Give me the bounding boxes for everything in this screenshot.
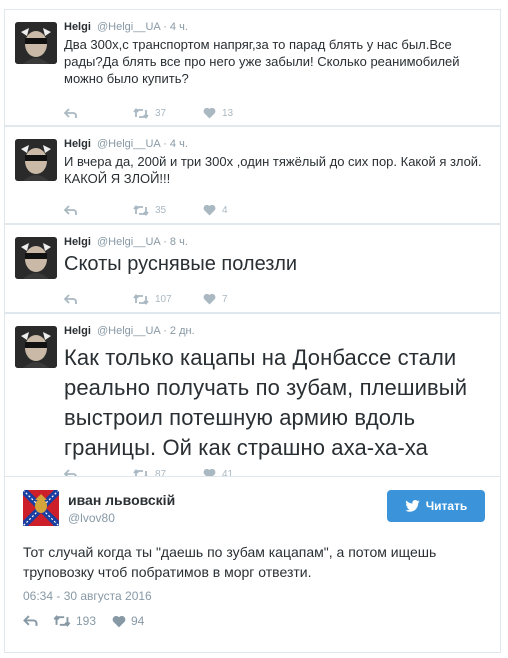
avatar[interactable] [15,22,57,64]
tweet-actions: 37 13 [64,100,488,126]
author-handle[interactable]: @Helgi__UA [97,325,160,337]
separator: · [163,21,167,33]
author-name[interactable]: Helgi [64,138,91,150]
heart-icon [203,107,216,119]
avatar[interactable] [15,139,57,181]
separator: · [163,138,167,150]
tweet-card: Helgi @Helgi__UA · 2 дн. Как только каца… [4,313,501,480]
retweet-icon [133,107,149,119]
author-handle[interactable]: @lvov80 [68,511,115,525]
reply-button[interactable] [23,615,53,627]
retweet-icon [133,204,149,216]
timestamp[interactable]: 8 ч. [170,236,188,248]
separator: · [163,325,167,337]
tweet-text: Скоты руснявые полезли [64,253,298,275]
tweet-text: И вчера да, 200й и три 300х ,один тяжёлы… [64,154,482,186]
twitter-bird-icon [404,500,420,512]
avatar[interactable] [15,237,57,279]
author-name[interactable]: иван львовскій [68,492,175,508]
tweet-header: Helgi @Helgi__UA · 8 ч. [64,235,488,249]
author-name[interactable]: Helgi [64,21,91,33]
tweet-header: Helgi @Helgi__UA · 4 ч. [64,137,488,151]
retweet-count: 37 [155,107,167,119]
author-name[interactable]: Helgi [64,236,91,248]
tweet-text: Как только кацапы на Донбассе стали реал… [64,345,468,460]
tweet-header: Helgi @Helgi__UA · 4 ч. [64,20,488,34]
author-handle[interactable]: @Helgi__UA [97,21,160,33]
author-name[interactable]: Helgi [64,325,91,337]
tweet-card: Helgi @Helgi__UA · 8 ч. Скоты руснявые п… [4,224,501,313]
tweet-actions: 107 7 [64,286,488,312]
reply-icon [64,293,77,304]
author-handle[interactable]: @Helgi__UA [97,138,160,150]
avatar[interactable] [15,326,57,368]
retweet-count: 193 [76,614,97,628]
reply-icon [64,107,77,118]
avatar[interactable] [20,487,62,529]
timestamp[interactable]: 4 ч. [170,138,188,150]
timestamp[interactable]: 2 дн. [170,325,195,337]
like-button[interactable]: 94 [112,614,144,628]
timestamp[interactable]: 06:34 - 30 августа 2016 [23,589,152,603]
reply-button[interactable] [64,107,133,119]
like-count: 13 [222,107,234,119]
tweet-card: Helgi @Helgi__UA · 4 ч. Два 300х,с транс… [4,9,501,126]
tweet-text: Тот случай когда ты "даешь по зубам каца… [23,544,437,580]
separator: · [163,236,167,248]
retweet-button[interactable]: 35 [133,205,203,216]
reply-button[interactable] [64,293,133,305]
follow-button[interactable]: Читать [387,490,485,522]
reply-icon [64,204,77,215]
like-count: 7 [222,293,228,305]
like-count: 94 [131,614,145,628]
retweet-icon [53,615,71,627]
timestamp[interactable]: 4 ч. [170,21,188,33]
retweet-count: 107 [155,293,172,305]
like-button[interactable]: 4 [203,204,228,216]
retweet-button[interactable]: 107 [133,294,203,305]
like-button[interactable]: 13 [203,107,233,119]
retweet-icon [133,293,149,305]
heart-icon [203,293,216,305]
reply-icon [23,615,38,626]
divider [5,476,500,477]
retweet-count: 35 [155,204,167,216]
author-handle[interactable]: @Helgi__UA [97,236,160,248]
tweet-header: Helgi @Helgi__UA · 2 дн. [64,324,488,338]
follow-label: Читать [425,499,468,513]
retweet-button[interactable]: 193 [53,614,112,628]
like-button[interactable]: 7 [203,293,228,305]
like-count: 4 [222,204,228,216]
tweet-actions: 35 4 [64,197,488,223]
tweet-text: Два 300х,с транспортом напряг,за то пара… [64,37,460,86]
tweet-actions: 193 94 [23,614,144,628]
reply-button[interactable] [64,204,133,216]
embedded-tweet: иван львовскій @lvov80 Читать Тот случай… [4,476,501,653]
tweet-card: Helgi @Helgi__UA · 4 ч. И вчера да, 200й… [4,126,501,224]
retweet-button[interactable]: 37 [133,108,203,119]
heart-icon [112,615,126,627]
heart-icon [203,204,216,216]
